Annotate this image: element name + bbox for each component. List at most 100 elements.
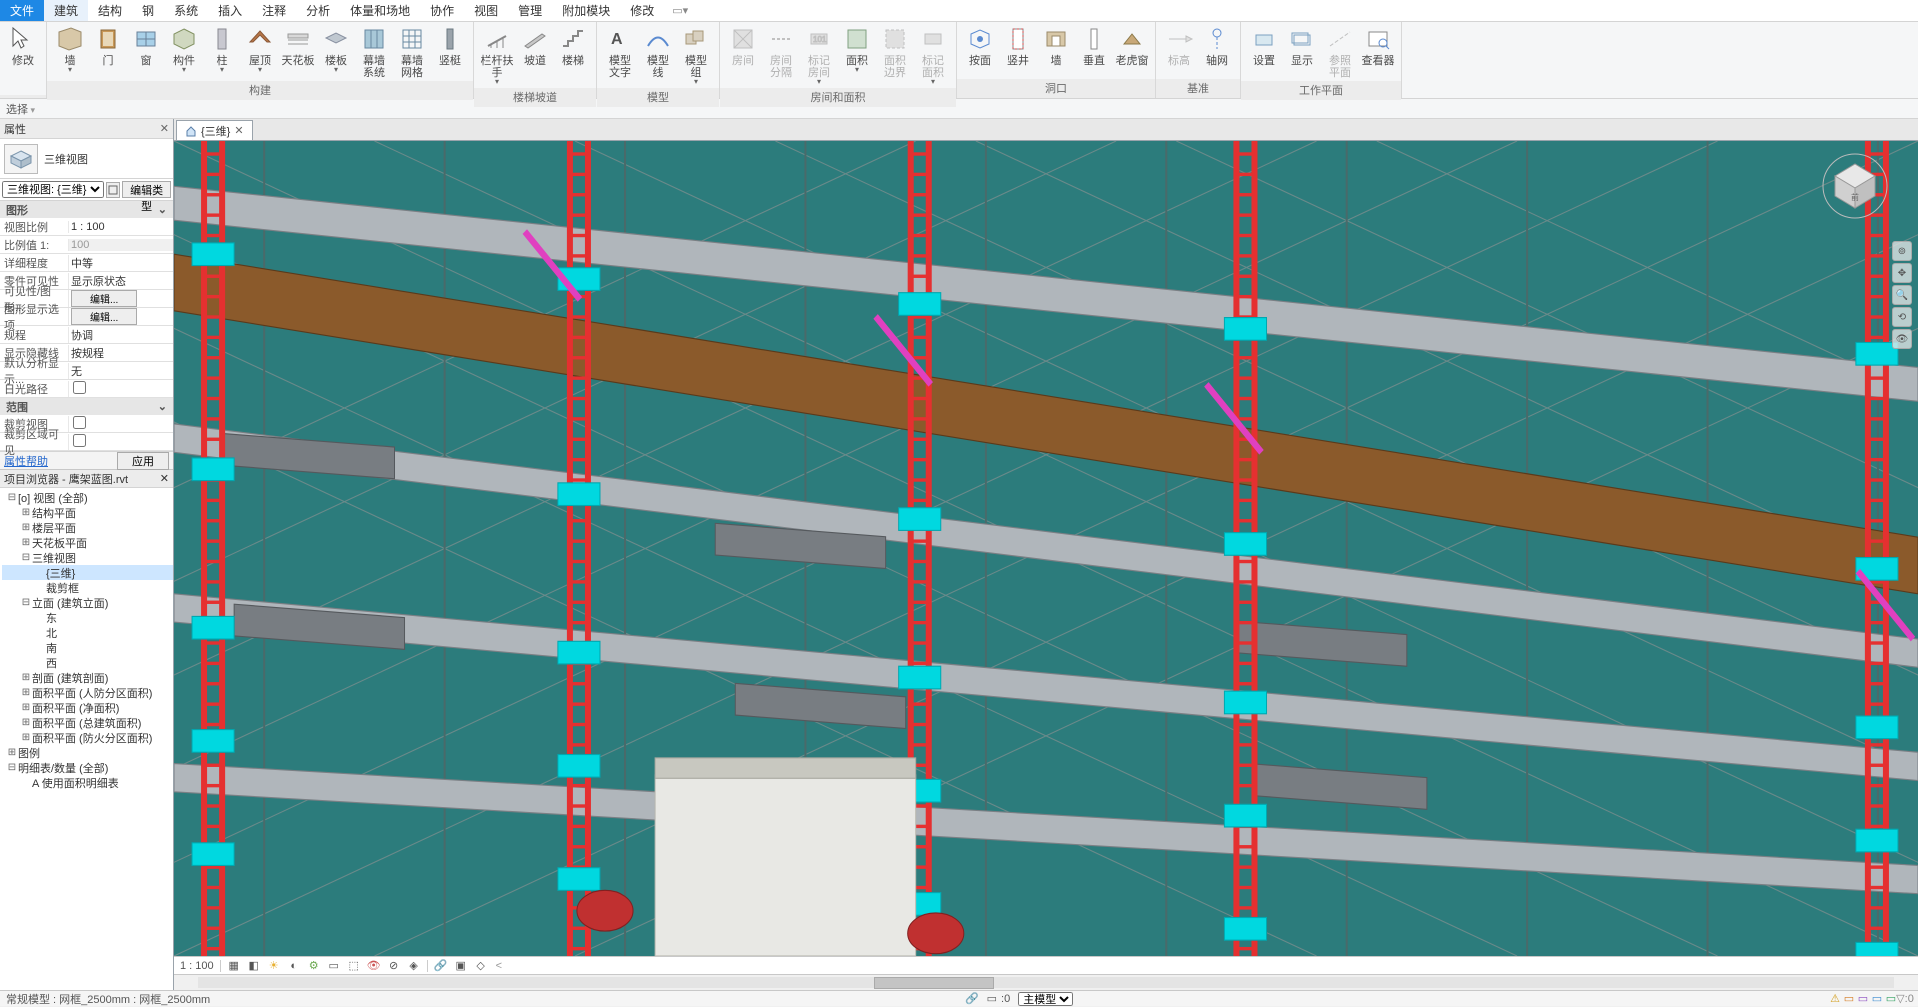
- ribbon-set-button[interactable]: 设置: [1245, 24, 1283, 69]
- edit-type-icon[interactable]: [106, 182, 120, 198]
- properties-help-link[interactable]: 属性帮助: [4, 453, 48, 469]
- ribbon-floor-button[interactable]: 楼板: [317, 24, 355, 76]
- ribbon-grid-button[interactable]: 轴网: [1198, 24, 1236, 69]
- prop-edit-button[interactable]: 编辑...: [71, 308, 137, 325]
- tree-item[interactable]: {三维}: [2, 565, 173, 580]
- view-tab-3d[interactable]: {三维} ✕: [176, 120, 253, 140]
- ribbon-modify-button[interactable]: 修改: [4, 24, 42, 69]
- menu-addins[interactable]: 附加模块: [552, 0, 620, 21]
- ribbon-area-button[interactable]: 面积: [838, 24, 876, 76]
- tree-item[interactable]: ⊟三维视图: [2, 550, 173, 565]
- ribbon-component-button[interactable]: 构件: [165, 24, 203, 76]
- ribbon-byface-button[interactable]: 按面: [961, 24, 999, 69]
- menu-file[interactable]: 文件: [0, 0, 44, 21]
- ribbon-curtaingrid-button[interactable]: 幕墙 网格: [393, 24, 431, 81]
- ribbon-window-button[interactable]: 窗: [127, 24, 165, 69]
- prop-row[interactable]: 比例值 1:100: [0, 236, 173, 254]
- tree-item[interactable]: 东: [2, 610, 173, 625]
- status-model-select[interactable]: 主模型: [1018, 992, 1073, 1006]
- sun-path-icon[interactable]: ☀: [267, 959, 281, 973]
- unhide-icon[interactable]: 👁: [367, 959, 381, 973]
- horizontal-scrollbar[interactable]: [174, 974, 1918, 990]
- ribbon-door-button[interactable]: 门: [89, 24, 127, 69]
- ribbon-collapse-icon[interactable]: ▭▾: [664, 0, 696, 21]
- ribbon-stair-button[interactable]: 楼梯: [554, 24, 592, 69]
- tree-item[interactable]: 南: [2, 640, 173, 655]
- prop-row[interactable]: 默认分析显示...无: [0, 362, 173, 380]
- ribbon-owall-button[interactable]: 墙: [1037, 24, 1075, 69]
- tree-item[interactable]: ⊞面积平面 (总建筑面积): [2, 715, 173, 730]
- project-browser[interactable]: ⊟[o] 视图 (全部)⊞结构平面⊞楼层平面⊞天花板平面⊟三维视图{三维}裁剪框…: [0, 488, 173, 990]
- ribbon-shaft-button[interactable]: 竖井: [999, 24, 1037, 69]
- crop-view-icon[interactable]: ▭: [327, 959, 341, 973]
- menu-collab[interactable]: 协作: [420, 0, 464, 21]
- tree-item[interactable]: ⊟立面 (建筑立面): [2, 595, 173, 610]
- status-warning-icon[interactable]: ⚠: [1828, 992, 1842, 1006]
- analytical-icon[interactable]: ◇: [474, 959, 488, 973]
- ribbon-column-button[interactable]: 柱: [203, 24, 241, 76]
- tree-item[interactable]: ⊞面积平面 (净面积): [2, 700, 173, 715]
- prop-row[interactable]: 视图比例1 : 100: [0, 218, 173, 236]
- prop-checkbox[interactable]: [73, 434, 86, 447]
- properties-close-icon[interactable]: ✕: [160, 122, 169, 135]
- status-link-icon[interactable]: 🔗: [961, 992, 983, 1005]
- orbit-icon[interactable]: ⟲: [1892, 307, 1912, 327]
- view-cube[interactable]: 前: [1820, 151, 1890, 221]
- tree-item[interactable]: 裁剪框: [2, 580, 173, 595]
- prop-row[interactable]: 日光路径: [0, 380, 173, 398]
- ribbon-modeltext-button[interactable]: A模型 文字: [601, 24, 639, 81]
- constraint-icon[interactable]: 🔗: [434, 959, 448, 973]
- ribbon-ceiling-button[interactable]: 天花板: [279, 24, 317, 69]
- tree-item[interactable]: ⊞图例: [2, 745, 173, 760]
- tree-item[interactable]: ⊞天花板平面: [2, 535, 173, 550]
- prop-checkbox[interactable]: [73, 381, 86, 394]
- prop-category[interactable]: 范围⌄: [0, 398, 173, 415]
- render-icon[interactable]: ⚙: [307, 959, 321, 973]
- status-filter-icon[interactable]: ▽ :0: [1898, 992, 1912, 1006]
- menu-architecture[interactable]: 建筑: [44, 0, 88, 21]
- status-select-icon[interactable]: ▭: [1842, 992, 1856, 1006]
- edit-type-button[interactable]: 编辑类型: [122, 181, 171, 198]
- look-icon[interactable]: 👁: [1892, 329, 1912, 349]
- browser-close-icon[interactable]: ✕: [160, 472, 169, 485]
- menu-analyze[interactable]: 分析: [296, 0, 340, 21]
- tree-item[interactable]: ⊞面积平面 (人防分区面积): [2, 685, 173, 700]
- select-dropdown[interactable]: 选择: [6, 101, 35, 117]
- temp-hide-icon[interactable]: ⊘: [387, 959, 401, 973]
- menu-modify[interactable]: 修改: [620, 0, 664, 21]
- view-scale[interactable]: 1 : 100: [180, 960, 214, 972]
- ribbon-roof-button[interactable]: 屋顶: [241, 24, 279, 76]
- properties-apply-button[interactable]: 应用: [117, 452, 169, 470]
- tree-item[interactable]: ⊞楼层平面: [2, 520, 173, 535]
- full-nav-icon[interactable]: ⊚: [1892, 241, 1912, 261]
- ribbon-vert-button[interactable]: 垂直: [1075, 24, 1113, 69]
- prop-row[interactable]: 详细程度中等: [0, 254, 173, 272]
- pan-icon[interactable]: ✥: [1892, 263, 1912, 283]
- ribbon-modelgroup-button[interactable]: 模型 组: [677, 24, 715, 88]
- menu-annotate[interactable]: 注释: [252, 0, 296, 21]
- status-workset-icon[interactable]: ▭ :0: [983, 992, 1015, 1005]
- status-face-icon[interactable]: ▭: [1870, 992, 1884, 1006]
- ribbon-wall-button[interactable]: 墙: [51, 24, 89, 76]
- prop-row[interactable]: 规程协调: [0, 326, 173, 344]
- tree-item[interactable]: ⊟明细表/数量 (全部): [2, 760, 173, 775]
- ribbon-mullion-button[interactable]: 竖梃: [431, 24, 469, 69]
- tree-item[interactable]: ⊞剖面 (建筑剖面): [2, 670, 173, 685]
- menu-massing[interactable]: 体量和场地: [340, 0, 420, 21]
- section-box-icon[interactable]: ▣: [454, 959, 468, 973]
- ribbon-viewer-button[interactable]: 查看器: [1359, 24, 1397, 69]
- tree-item[interactable]: 西: [2, 655, 173, 670]
- crop-region-icon[interactable]: ⬚: [347, 959, 361, 973]
- tree-item[interactable]: 北: [2, 625, 173, 640]
- menu-systems[interactable]: 系统: [164, 0, 208, 21]
- menu-manage[interactable]: 管理: [508, 0, 552, 21]
- tree-item[interactable]: A 使用面积明细表: [2, 775, 173, 790]
- prop-checkbox[interactable]: [73, 416, 86, 429]
- ribbon-curtainsys-button[interactable]: 幕墙 系统: [355, 24, 393, 81]
- ribbon-show-button[interactable]: 显示: [1283, 24, 1321, 69]
- menu-insert[interactable]: 插入: [208, 0, 252, 21]
- prop-row[interactable]: 图形显示选项编辑...: [0, 308, 173, 326]
- tree-item[interactable]: ⊞面积平面 (防火分区面积): [2, 730, 173, 745]
- ribbon-ramp-button[interactable]: 坡道: [516, 24, 554, 69]
- tree-item[interactable]: ⊞结构平面: [2, 505, 173, 520]
